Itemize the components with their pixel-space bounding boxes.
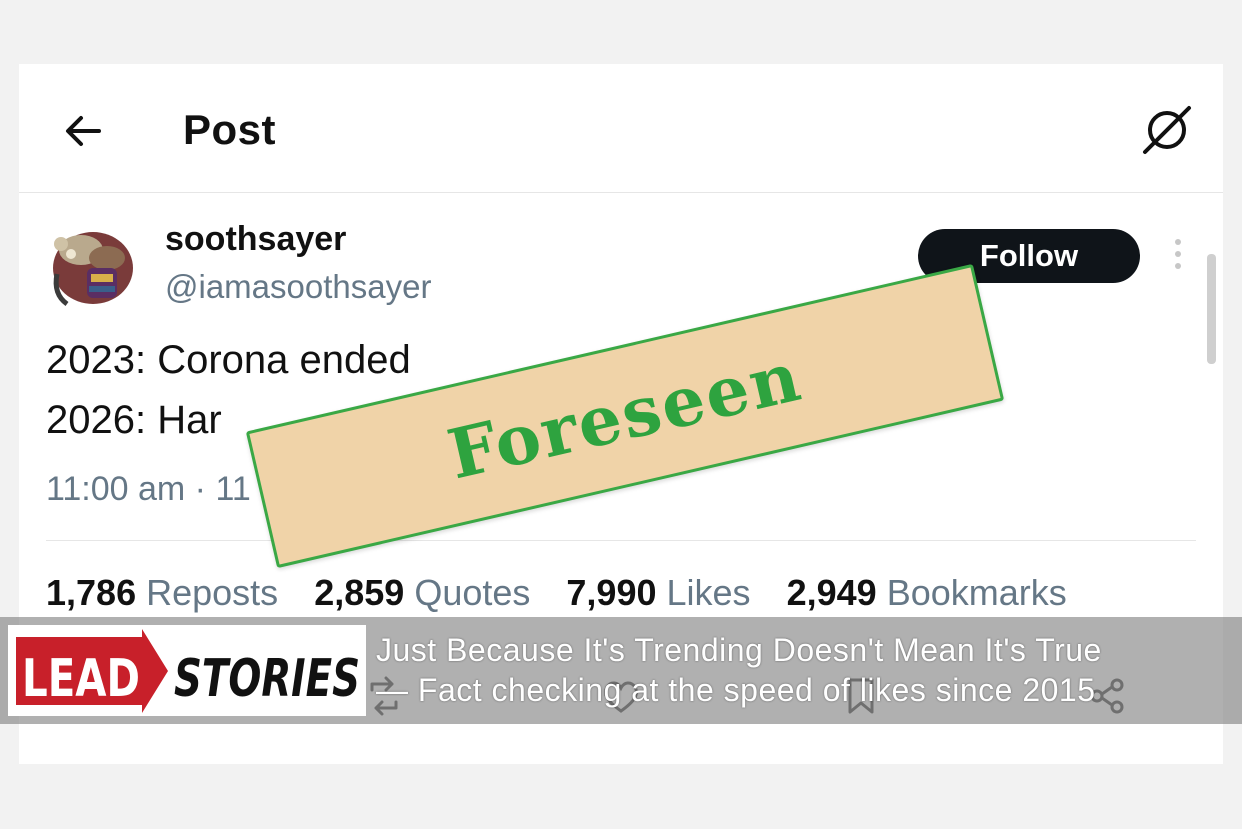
reposts-count: 1,786 [46,572,137,613]
author-display-name[interactable]: soothsayer [165,220,346,259]
lead-stories-logo: LEAD STORIES [8,625,366,716]
more-vertical-icon [1175,263,1181,269]
tagline-line2: — Fact checking at the speed of likes si… [376,672,1096,708]
post-header: Post [19,64,1223,193]
reposts-stat[interactable]: 1,786 Reposts [46,572,278,613]
arrow-left-icon [66,116,101,146]
post-text-line: 2023: Corona ended [46,338,411,382]
more-options-button[interactable] [1167,236,1189,278]
svg-text:STORIES: STORIES [174,649,360,709]
scrollbar[interactable] [1207,254,1216,364]
quotes-label: Quotes [414,572,531,613]
more-vertical-icon [1175,251,1181,257]
avatar[interactable] [43,224,139,308]
reposts-label: Reposts [146,572,279,613]
bookmarks-count: 2,949 [786,572,877,613]
post-text-line: 2026: Har [46,398,222,442]
quotes-count: 2,859 [314,572,405,613]
post-timestamp[interactable]: 11:00 am · 11 [46,470,251,509]
likes-stat[interactable]: 7,990 Likes [566,572,750,613]
back-button[interactable] [59,106,109,156]
likes-label: Likes [666,572,751,613]
post-stats: 1,786 Reposts 2,859 Quotes 7,990 Likes 2… [46,572,1093,614]
divider [46,540,1196,541]
grok-icon [1143,106,1191,154]
author-handle[interactable]: @iamasoothsayer [165,268,431,306]
bookmarks-stat[interactable]: 2,949 Bookmarks [787,572,1067,613]
likes-count: 7,990 [566,572,657,613]
more-vertical-icon [1175,239,1181,245]
quotes-stat[interactable]: 2,859 Quotes [314,572,530,613]
page-title: Post [183,106,277,153]
grok-button[interactable] [1139,102,1195,158]
tagline-line1: Just Because It's Trending Doesn't Mean … [376,632,1102,668]
svg-text:LEAD: LEAD [22,649,140,709]
bookmarks-label: Bookmarks [886,572,1067,613]
